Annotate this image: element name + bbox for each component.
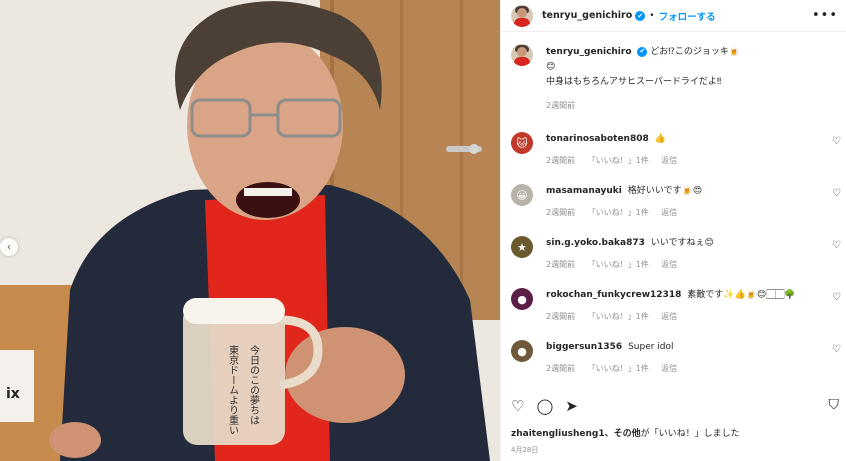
- comment-username[interactable]: masamanayuki: [546, 186, 622, 196]
- comment-item: ★ sin.g.yoko.baka873 いいですねぇ😊 2週間前 「いいね！」…: [501, 236, 846, 288]
- bookmark-icon[interactable]: ⛉: [829, 397, 840, 413]
- chevron-left-icon: ‹: [7, 241, 11, 253]
- reply-button[interactable]: 返信: [661, 260, 677, 269]
- photo-illustration: ix 今日のこの夢ちは 東京ドームより重い: [0, 0, 500, 461]
- comment-text: 格好いいです🍺😍: [627, 186, 703, 196]
- comment-avatar[interactable]: ★: [511, 236, 533, 258]
- reply-button[interactable]: 返信: [661, 312, 677, 321]
- comment-time: 2週間前: [546, 364, 576, 373]
- comment-username[interactable]: tonarinosaboten808: [546, 134, 649, 144]
- comment-avatar-glyph: ★: [517, 240, 527, 254]
- comment-heart-icon[interactable]: ♡: [832, 344, 841, 355]
- comment-avatar[interactable]: ●: [511, 288, 533, 310]
- comment-likes[interactable]: 「いいね！」1件: [588, 156, 649, 165]
- heart-icon[interactable]: ♡: [511, 397, 524, 415]
- comment-time: 2週間前: [546, 312, 576, 321]
- comment-avatar[interactable]: 🐱: [511, 132, 533, 154]
- comment-text: 👍: [654, 134, 666, 144]
- comment-heart-icon[interactable]: ♡: [832, 292, 841, 303]
- comment-text: いいですねぇ😊: [650, 238, 714, 248]
- instagram-post: ix 今日のこの夢ちは 東京ドームより重い ‹ tenryu_genichiro…: [0, 0, 846, 461]
- comment-avatar-glyph: 🐱: [516, 136, 528, 150]
- post-side-panel: tenryu_genichiro ✔ • フォローする ••• tenryu_g…: [500, 0, 846, 461]
- comment-username[interactable]: sin.g.yoko.baka873: [546, 238, 645, 248]
- comment-text: 素敵です✨👍🍺😊🏻🏻🌳: [687, 290, 796, 300]
- action-bar: ♡ ◯ ➤ ⛉: [511, 396, 841, 416]
- comment-avatar-glyph: ●: [517, 292, 527, 306]
- verified-icon: ✔: [635, 10, 646, 21]
- likes-suffix: が「いいね！」しました: [640, 429, 740, 439]
- comment-icon[interactable]: ◯: [536, 397, 553, 415]
- comment-item: ● rokochan_funkycrew12318 素敵です✨👍🍺😊🏻🏻🌳 2週…: [501, 288, 846, 340]
- comment-heart-icon[interactable]: ♡: [832, 240, 841, 251]
- caption-username[interactable]: tenryu_genichiro: [546, 47, 632, 57]
- reply-button[interactable]: 返信: [661, 156, 677, 165]
- post-header: tenryu_genichiro ✔ • フォローする •••: [501, 0, 846, 32]
- avatar[interactable]: [511, 4, 533, 27]
- comment-time: 2週間前: [546, 208, 576, 217]
- caption-verified-icon: ✔: [637, 46, 648, 57]
- comment-avatar-glyph: 😀: [516, 188, 528, 202]
- post-date: 4月28日: [511, 446, 539, 454]
- comment-item: ● biggersun1356 Super idol 2週間前 「いいね！」1件…: [501, 340, 846, 392]
- comment-likes[interactable]: 「いいね！」1件: [588, 364, 649, 373]
- comment-time: 2週間前: [546, 156, 576, 165]
- comment-avatar[interactable]: 😀: [511, 184, 533, 206]
- box-label: ix: [6, 386, 20, 402]
- comment-username[interactable]: biggersun1356: [546, 342, 622, 352]
- comment-avatar-glyph: ●: [517, 344, 527, 358]
- caption-line-2: 😊: [546, 62, 556, 72]
- carousel-prev-button[interactable]: ‹: [0, 238, 18, 256]
- share-icon[interactable]: ➤: [565, 397, 578, 415]
- caption-line-3: 中身はもちろんアサヒスーパードライだよ‼: [546, 77, 722, 87]
- header-separator: •: [649, 10, 655, 21]
- likes-users[interactable]: zhaitengliusheng1、その他: [511, 429, 641, 439]
- comment-likes[interactable]: 「いいね！」1件: [588, 312, 649, 321]
- comment-avatar[interactable]: ●: [511, 340, 533, 362]
- post-caption: tenryu_genichiro ✔ どお⁉このジョッキ🍺 😊 中身はもちろんア…: [501, 44, 846, 132]
- comment-heart-icon[interactable]: ♡: [832, 188, 841, 199]
- caption-time: 2週間前: [546, 101, 576, 110]
- post-photo[interactable]: ix 今日のこの夢ちは 東京ドームより重い ‹: [0, 0, 500, 461]
- comment-item: 😀 masamanayuki 格好いいです🍺😍 2週間前 「いいね！」1件 返信…: [501, 184, 846, 236]
- reply-button[interactable]: 返信: [661, 208, 677, 217]
- mug-text-line-1: 今日のこの夢ちは: [248, 344, 260, 425]
- comment-likes[interactable]: 「いいね！」1件: [588, 208, 649, 217]
- comment-text: Super idol: [628, 342, 674, 352]
- comments-list[interactable]: tenryu_genichiro ✔ どお⁉このジョッキ🍺 😊 中身はもちろんア…: [501, 44, 846, 392]
- comment-heart-icon[interactable]: ♡: [832, 136, 841, 147]
- mug-text-line-2: 東京ドームより重い: [227, 344, 239, 435]
- author-username[interactable]: tenryu_genichiro: [542, 10, 632, 21]
- follow-button[interactable]: フォローする: [659, 9, 716, 23]
- caption-avatar[interactable]: [511, 44, 533, 66]
- comment-likes[interactable]: 「いいね！」1件: [588, 260, 649, 269]
- reply-button[interactable]: 返信: [661, 364, 677, 373]
- comment-item: 🐱 tonarinosaboten808 👍 2週間前 「いいね！」1件 返信 …: [501, 132, 846, 184]
- comment-time: 2週間前: [546, 260, 576, 269]
- likes-summary[interactable]: zhaitengliusheng1、その他が「いいね！」しました: [511, 426, 740, 439]
- more-options-icon[interactable]: •••: [812, 8, 838, 23]
- caption-line-1: どお⁉このジョッキ🍺: [650, 47, 741, 57]
- comment-username[interactable]: rokochan_funkycrew12318: [546, 290, 681, 300]
